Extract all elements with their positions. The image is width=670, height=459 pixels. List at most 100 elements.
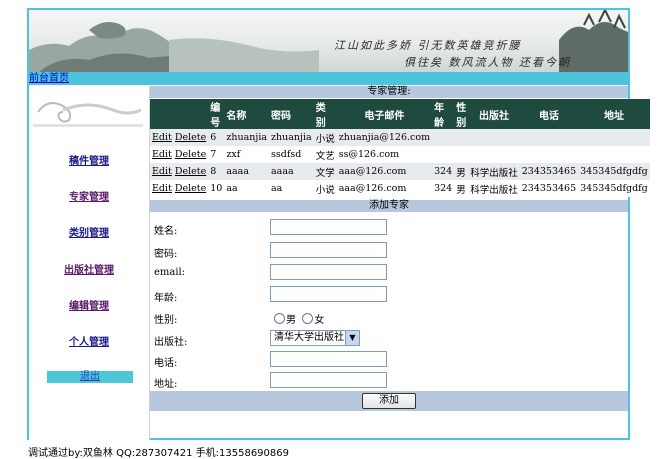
row-actions: Edit Delete <box>150 129 209 146</box>
cell-gender <box>454 146 469 163</box>
sidebar-item-editors[interactable]: 编辑管理 <box>29 297 149 312</box>
name-label: 姓名: <box>154 226 178 237</box>
col-actions <box>150 99 209 129</box>
delete-link[interactable]: Delete <box>175 183 206 194</box>
email-label: email: <box>154 267 186 278</box>
chevron-down-icon[interactable]: ▼ <box>345 331 359 345</box>
table-row: Edit Delete 10 aa aa 小说 aaa@126.com 324 … <box>150 180 650 197</box>
table-row: Edit Delete 8 aaaa aaaa 文学 aaa@126.com 3… <box>150 163 650 180</box>
sidebar-item-label[interactable]: 专家管理 <box>69 192 109 203</box>
email-row: email: <box>150 264 628 284</box>
logout-link[interactable]: 退出 <box>80 371 100 382</box>
name-input[interactable] <box>270 219 387 235</box>
phone-input[interactable] <box>270 351 387 367</box>
cell-age: 324 <box>432 180 455 197</box>
sidebar-item-label[interactable]: 编辑管理 <box>69 301 109 312</box>
col-password: 密码 <box>269 99 314 129</box>
phone-label: 电话: <box>154 358 178 369</box>
cell-password: aa <box>269 180 314 197</box>
expert-list-title: 专家管理: <box>150 86 628 98</box>
publisher-label: 出版社: <box>154 337 188 348</box>
cell-address <box>578 146 650 163</box>
cell-id: 6 <box>208 129 225 146</box>
banner-poem-line1: 江山如此多娇 引无数英雄竞折腰 <box>334 39 522 52</box>
edit-link[interactable]: Edit <box>152 149 172 160</box>
gender-female-radio[interactable] <box>302 313 314 324</box>
name-row: 姓名: <box>150 219 628 239</box>
cell-password: aaaa <box>269 163 314 180</box>
gender-label: 性别: <box>154 315 178 326</box>
add-expert-title: 添加专家 <box>150 200 628 212</box>
sidebar-item-label[interactable]: 出版社管理 <box>64 265 114 276</box>
gender-row: 性别: 男 女 <box>150 308 628 328</box>
edit-link[interactable]: Edit <box>152 132 172 143</box>
gender-radio-group: 男 女 <box>274 311 324 326</box>
age-input[interactable] <box>270 286 387 302</box>
cell-publisher: 科学出版社 <box>468 180 520 197</box>
cell-gender: 男 <box>454 163 469 180</box>
table-header-row: 编号 名称 密码 类别 电子邮件 年龄 性别 出版社 电话 地址 <box>150 99 650 129</box>
main-content: 专家管理: 编号 名称 密码 类别 电子邮件 年龄 性别 出版社 电话 地址 E… <box>150 86 650 440</box>
cell-email: zhuanjia@126.com <box>336 129 433 146</box>
home-link[interactable]: 前台首页 <box>29 72 69 85</box>
sidebar-item-categories[interactable]: 类别管理 <box>29 224 149 239</box>
edit-link[interactable]: Edit <box>152 183 172 194</box>
banner: 江山如此多娇 引无数英雄竞折腰 俱往矣 数风流人物 还看今朝 <box>29 10 628 72</box>
publisher-row: 出版社: 清华大学出版社 ▼ <box>150 330 628 350</box>
gender-female-label: 女 <box>314 315 325 326</box>
col-gender: 性别 <box>454 99 469 129</box>
delete-link[interactable]: Delete <box>175 132 206 143</box>
submit-bar: 添加 <box>150 391 628 411</box>
delete-link[interactable]: Delete <box>175 149 206 160</box>
address-input[interactable] <box>270 372 387 388</box>
col-address: 地址 <box>578 99 650 129</box>
sidebar-item-publishers[interactable]: 出版社管理 <box>29 261 149 276</box>
row-actions: Edit Delete <box>150 163 209 180</box>
cell-phone <box>519 146 579 163</box>
sidebar-item-manuscripts[interactable]: 稿件管理 <box>29 152 149 167</box>
page-frame: 江山如此多娇 引无数英雄竞折腰 俱往矣 数风流人物 还看今朝 前台首页 稿件管理… <box>27 8 650 440</box>
cell-gender <box>454 129 469 146</box>
cell-category: 小说 <box>313 180 337 197</box>
email-input[interactable] <box>270 264 387 280</box>
sidebar-item-label[interactable]: 个人管理 <box>69 337 109 348</box>
col-publisher: 出版社 <box>468 99 520 129</box>
cell-address: 345345dfgdfg <box>578 163 650 180</box>
banner-poem-line2: 俱往矣 数风流人物 还看今朝 <box>404 56 571 69</box>
address-row: 地址: <box>150 372 628 392</box>
cell-id: 10 <box>208 180 225 197</box>
logout-button[interactable]: 退出 <box>47 371 133 383</box>
gender-male-radio[interactable] <box>274 313 285 324</box>
table-row: Edit Delete 7 zxf ssdfsd 文艺 ss@126.com <box>150 146 650 163</box>
cell-age <box>432 146 455 163</box>
password-input[interactable] <box>270 242 387 258</box>
cell-category: 文学 <box>313 163 337 180</box>
cell-password: zhuanjia <box>269 129 314 146</box>
cell-phone <box>519 129 579 146</box>
ornament-icon <box>33 102 143 127</box>
sidebar: 稿件管理 专家管理 类别管理 出版社管理 编辑管理 个人管理 退出 <box>29 86 150 440</box>
age-label: 年龄: <box>154 293 178 304</box>
cell-password: ssdfsd <box>269 146 314 163</box>
cell-email: ss@126.com <box>336 146 433 163</box>
col-id: 编号 <box>208 99 225 129</box>
add-button[interactable]: 添加 <box>362 393 416 409</box>
edit-link[interactable]: Edit <box>152 166 172 177</box>
footer-text: 调试通过by:双鱼林 QQ:287307421 手机:13558690869 <box>28 448 289 459</box>
address-label: 地址: <box>154 379 178 390</box>
cell-publisher <box>468 129 520 146</box>
col-email: 电子邮件 <box>336 99 433 129</box>
publisher-select[interactable]: 清华大学出版社 ▼ <box>270 330 360 346</box>
sidebar-item-experts[interactable]: 专家管理 <box>29 188 149 203</box>
sidebar-item-personal[interactable]: 个人管理 <box>29 333 149 348</box>
col-name: 名称 <box>224 99 270 129</box>
sidebar-item-label[interactable]: 类别管理 <box>69 228 109 239</box>
cell-id: 7 <box>208 146 225 163</box>
delete-link[interactable]: Delete <box>175 166 206 177</box>
cell-address: 345345dfgdfg <box>578 180 650 197</box>
cell-name: aaaa <box>224 163 270 180</box>
gender-male-label: 男 <box>286 315 296 326</box>
sidebar-item-label[interactable]: 稿件管理 <box>69 156 109 167</box>
cell-publisher <box>468 146 520 163</box>
table-row: Edit Delete 6 zhuanjia zhuanjia 小说 zhuan… <box>150 129 650 146</box>
